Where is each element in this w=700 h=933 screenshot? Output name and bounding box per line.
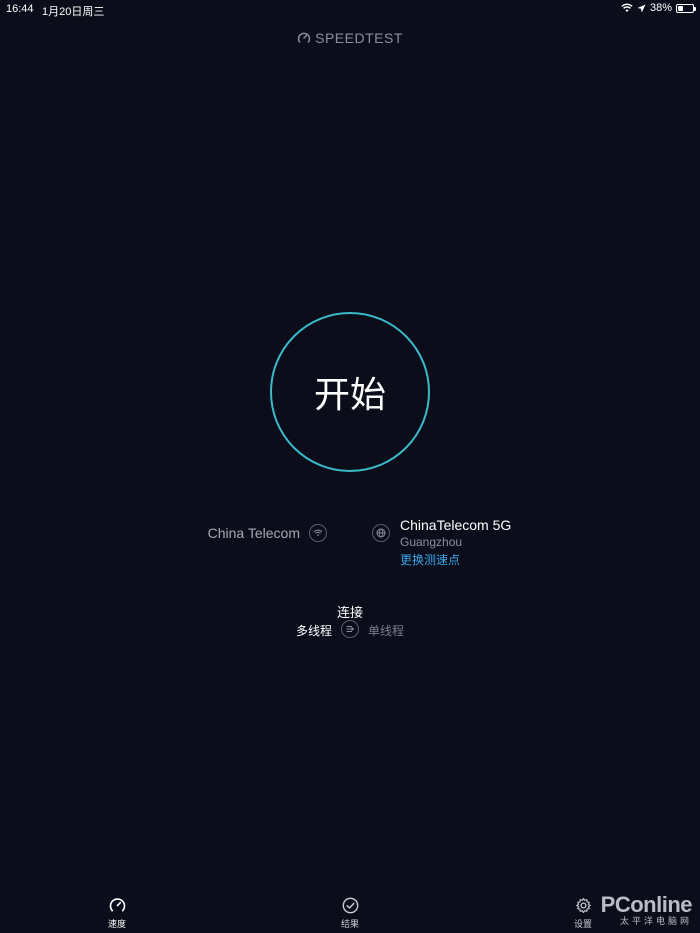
battery-icon	[676, 3, 696, 13]
speedometer-icon	[109, 898, 125, 912]
logo-text: SPEEDTEST	[315, 30, 403, 46]
tab-results[interactable]: 结果	[320, 897, 380, 930]
status-time: 16:44	[6, 3, 34, 15]
server-name: ChinaTelecom 5G	[400, 517, 512, 533]
wifi-icon	[621, 3, 633, 12]
multi-connection-option[interactable]: 多线程	[296, 622, 332, 639]
connections-title: 连接	[336, 605, 363, 620]
status-date: 1月20日周三	[42, 6, 105, 18]
status-bar: 16:44 1月20日周三 38%	[0, 0, 700, 18]
speedometer-logo-icon	[297, 32, 311, 43]
globe-circle-icon	[372, 524, 390, 542]
server-city: Guangzhou	[400, 535, 463, 549]
connections-toggle-icon	[346, 626, 355, 632]
wifi-icon	[313, 529, 323, 537]
location-arrow-icon	[637, 4, 646, 12]
globe-icon	[376, 528, 386, 538]
battery-percent: 38%	[649, 2, 672, 14]
single-connection-option[interactable]: 单线程	[368, 622, 404, 639]
status-indicators: 38%	[621, 2, 696, 14]
pconline-watermark: PConline 太平洋电脑网	[600, 892, 693, 927]
battery-fill	[678, 5, 683, 11]
start-button-label: 开始	[313, 375, 386, 416]
change-server-link[interactable]: 更换测速点	[400, 551, 460, 568]
tab-settings-label: 设置	[573, 919, 592, 929]
start-button[interactable]: 开始	[270, 312, 430, 472]
wifi-circle-icon	[309, 524, 327, 542]
tab-results-label: 结果	[340, 919, 359, 929]
watermark-main: PConline	[600, 892, 693, 917]
speedtest-logo: SPEEDTEST	[0, 30, 700, 46]
isp-name: China Telecom	[207, 525, 300, 541]
connection-toggle[interactable]	[341, 620, 359, 638]
tab-speed[interactable]: 速度	[87, 897, 147, 930]
gear-icon	[575, 897, 591, 914]
tab-speed-label: 速度	[107, 919, 126, 929]
watermark-sub: 太平洋电脑网	[619, 916, 692, 926]
check-circle-icon	[342, 897, 358, 914]
